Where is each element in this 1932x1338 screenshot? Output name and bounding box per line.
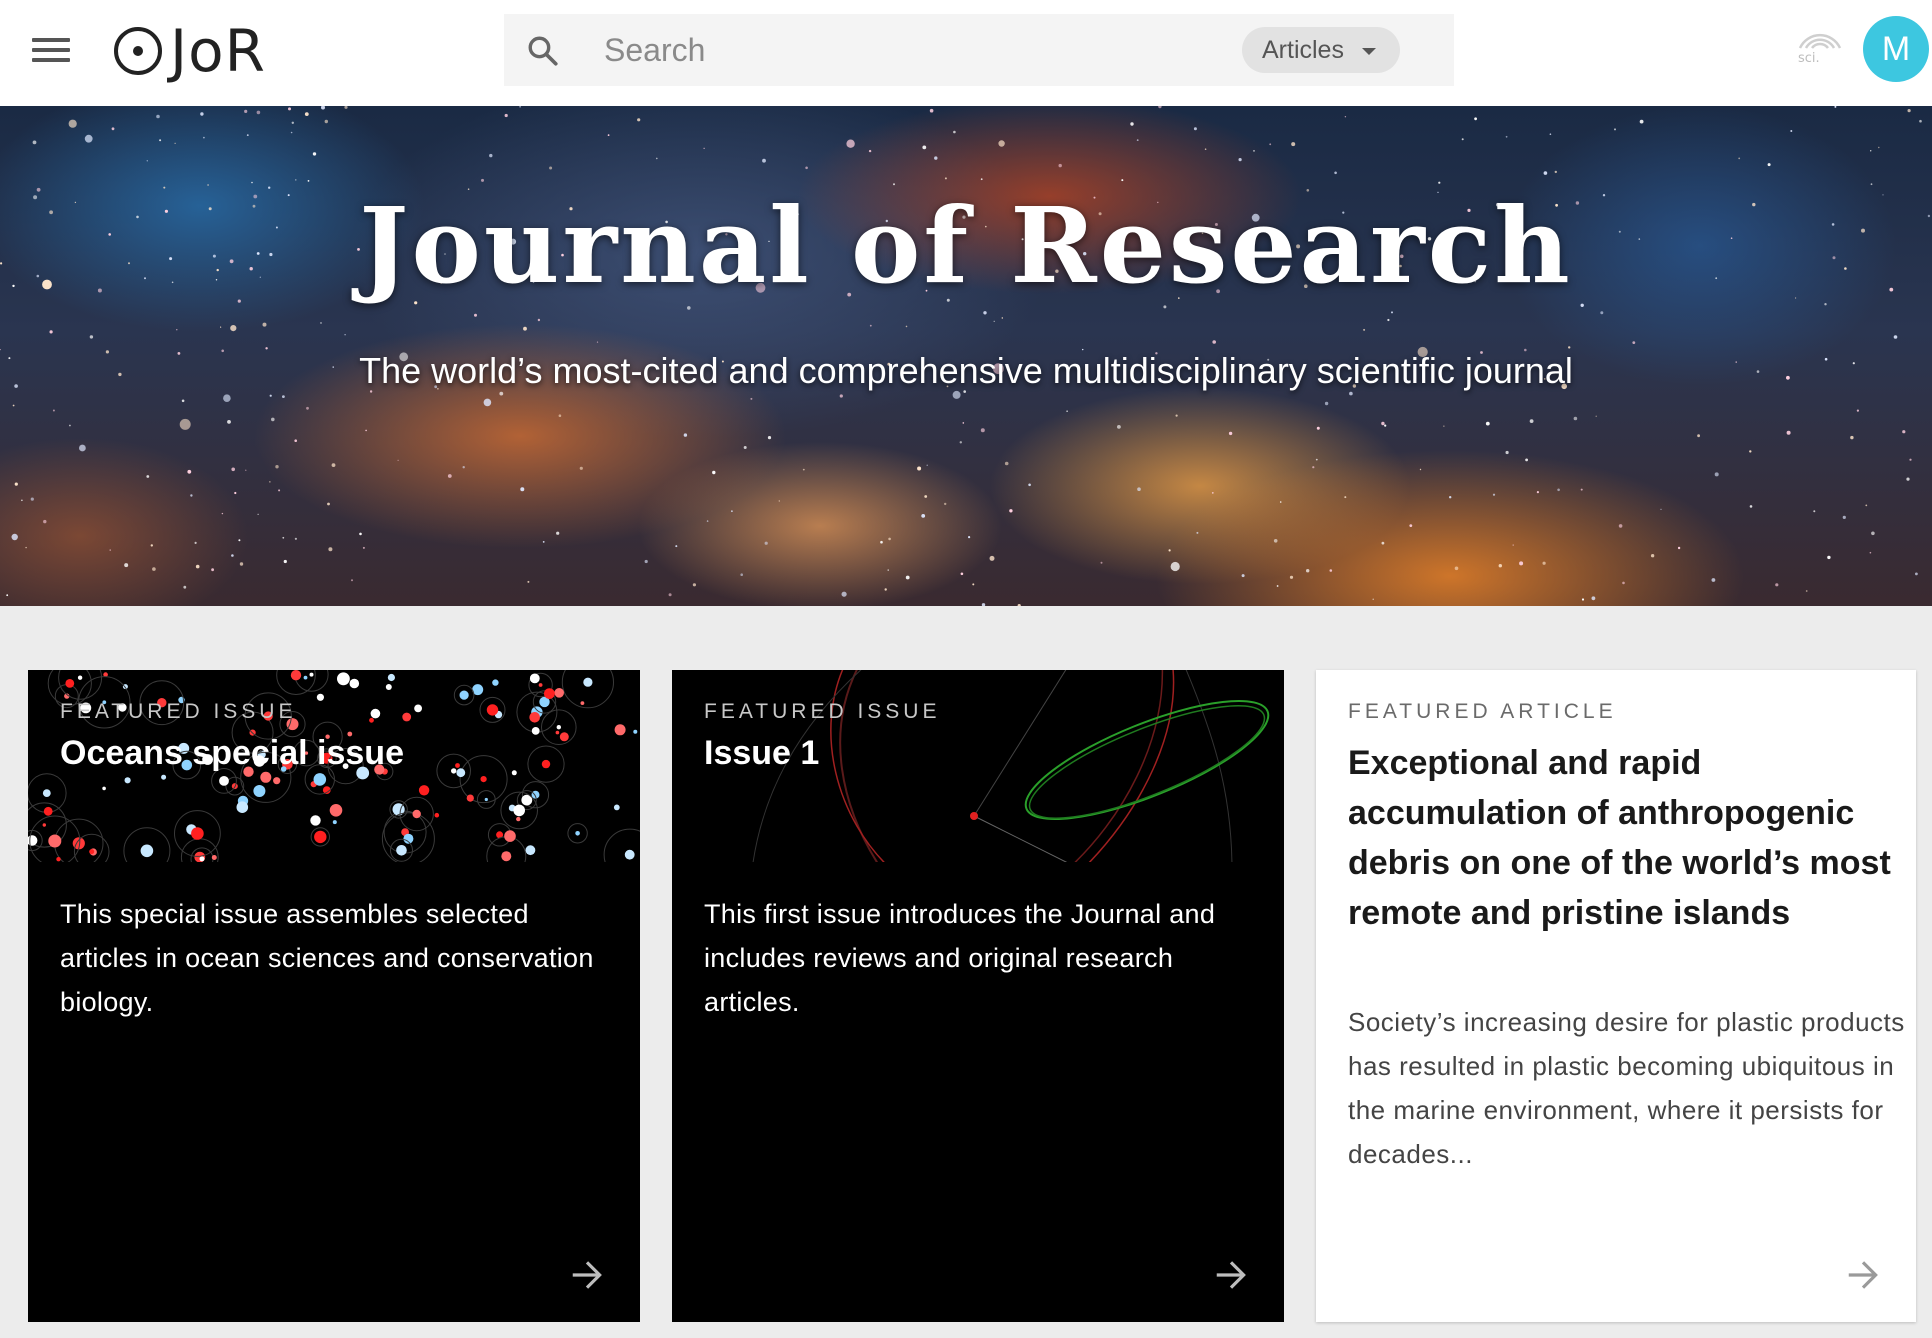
card-description: This first issue introduces the Journal … xyxy=(704,899,1216,1017)
featured-article-card[interactable]: FEATURED ARTICLE Exceptional and rapid a… xyxy=(1316,670,1916,1322)
arrow-right-icon[interactable] xyxy=(568,1256,606,1294)
arrow-right-icon[interactable] xyxy=(1212,1256,1250,1294)
card-description: This special issue assembles selected ar… xyxy=(60,899,594,1017)
logo[interactable]: JoR xyxy=(114,16,266,86)
svg-text:sci.: sci. xyxy=(1798,51,1820,64)
card-description: Society’s increasing desire for plastic … xyxy=(1348,1007,1905,1169)
chevron-down-icon xyxy=(1361,47,1376,55)
journal-title: Journal of Research xyxy=(359,184,1573,307)
card-kicker: FEATURED ISSUE xyxy=(704,700,941,723)
card-kicker: FEATURED ISSUE xyxy=(60,700,297,723)
card-title[interactable]: Exceptional and rapid accumulation of an… xyxy=(1348,738,1908,938)
sci-signal-icon[interactable]: sci. xyxy=(1794,24,1846,64)
card-title[interactable]: Issue 1 xyxy=(704,734,819,773)
featured-issue-card-issue-1[interactable]: FEATURED ISSUE Issue 1 This first issue … xyxy=(672,670,1284,1322)
journal-tagline: The world’s most-cited and comprehensive… xyxy=(359,350,1573,391)
top-bar: JoR Articles sci. M xyxy=(0,0,1932,106)
logo-mark-icon xyxy=(114,27,162,75)
search-input[interactable] xyxy=(604,24,1204,76)
card-title[interactable]: Oceans special issue xyxy=(60,734,404,773)
search-icon[interactable] xyxy=(526,34,560,68)
hero-banner: Journal of Research The world’s most-cit… xyxy=(0,106,1932,606)
arrow-right-icon[interactable] xyxy=(1844,1256,1882,1294)
avatar[interactable]: M xyxy=(1863,16,1929,82)
search-bar: Articles xyxy=(504,14,1454,86)
avatar-initial: M xyxy=(1881,29,1911,68)
featured-issue-card-oceans[interactable]: FEATURED ISSUE Oceans special issue This… xyxy=(28,670,640,1322)
menu-icon[interactable] xyxy=(32,36,70,64)
card-kicker: FEATURED ARTICLE xyxy=(1348,700,1617,723)
search-scope-label: Articles xyxy=(1262,35,1344,64)
logo-text: JoR xyxy=(170,17,266,85)
search-scope-dropdown[interactable]: Articles xyxy=(1242,27,1400,73)
